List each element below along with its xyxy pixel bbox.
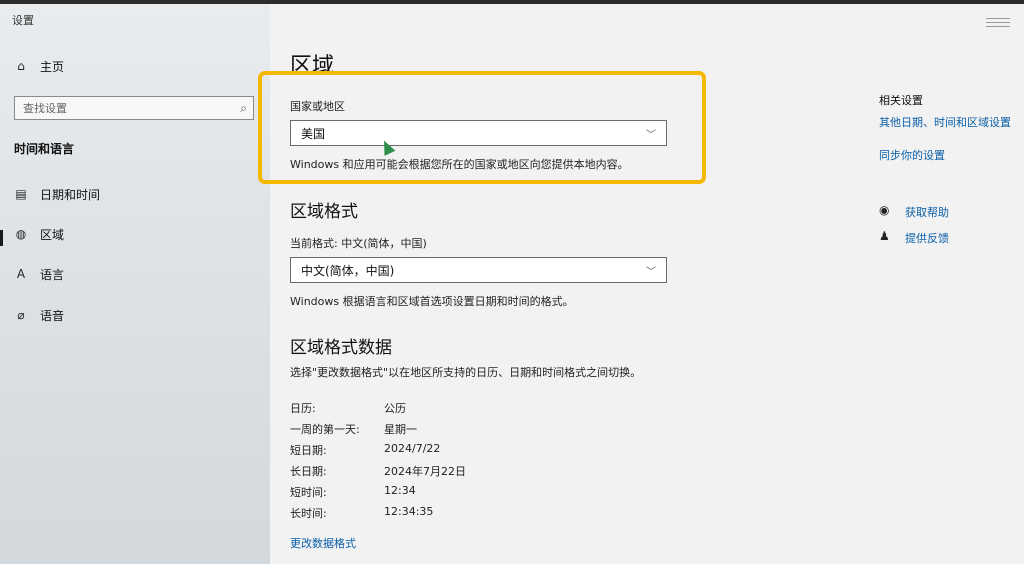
format-value-long-time: 12:34:35	[384, 505, 434, 518]
format-value-calendar: 公历	[384, 402, 406, 415]
globe-region-icon: ◍	[15, 227, 27, 241]
home-icon: ⌂	[17, 59, 25, 73]
format-key-long-date: 长日期:	[290, 465, 327, 478]
sidebar-item-date-time[interactable]: ▤ 日期和时间	[14, 183, 100, 205]
country-select[interactable]: 美国 ﹀	[290, 120, 667, 146]
sidebar: 设置 ⌂ 主页 ⌕ 时间和语言 ▤ 日期和时间 ◍ 区域 A 语言 ⌀ 语音	[0, 4, 270, 564]
region-format-description: Windows 根据语言和区域首选项设置日期和时间的格式。	[290, 295, 574, 308]
related-link-sync-settings[interactable]: 同步你的设置	[879, 147, 945, 163]
format-key-short-date: 短日期:	[290, 444, 327, 457]
region-format-heading: 区域格式	[290, 202, 358, 222]
format-value-short-time: 12:34	[384, 484, 416, 497]
country-description: Windows 和应用可能会根据您所在的国家或地区向您提供本地内容。	[290, 158, 629, 171]
sidebar-item-language[interactable]: A 语言	[14, 263, 64, 285]
search-input[interactable]	[15, 100, 225, 116]
format-value-first-day: 星期一	[384, 423, 417, 436]
sidebar-item-label: 语言	[40, 267, 65, 282]
sidebar-item-label: 日期和时间	[40, 187, 101, 202]
sidebar-item-speech[interactable]: ⌀ 语音	[14, 304, 64, 326]
format-value-short-date: 2024/7/22	[384, 442, 441, 455]
give-feedback-link[interactable]: 提供反馈	[905, 230, 949, 246]
sidebar-item-region[interactable]: ◍ 区域	[14, 223, 64, 245]
calendar-clock-icon: ▤	[15, 187, 27, 201]
related-link-other-settings[interactable]: 其他日期、时间和区域设置	[879, 114, 1011, 130]
region-format-select-value: 中文(简体，中国)	[301, 263, 395, 278]
get-help-link[interactable]: 获取帮助	[905, 204, 949, 220]
format-key-first-day: 一周的第一天:	[290, 423, 360, 436]
feedback-icon: ♟	[879, 229, 890, 243]
sidebar-item-home[interactable]: ⌂ 主页	[14, 55, 64, 77]
format-value-long-date: 2024年7月22日	[384, 465, 466, 478]
current-format-label: 当前格式: 中文(简体，中国)	[290, 237, 427, 250]
window-controls-icon[interactable]	[986, 18, 1010, 30]
search-icon[interactable]: ⌕	[240, 101, 247, 116]
sidebar-item-label: 区域	[40, 227, 65, 242]
format-data-description: 选择"更改数据格式"以在地区所支持的日历、日期和时间格式之间切换。	[290, 366, 642, 379]
language-icon: A	[16, 267, 26, 281]
search-box[interactable]: ⌕	[14, 96, 254, 120]
change-data-format-link[interactable]: 更改数据格式	[290, 535, 356, 551]
chevron-down-icon: ﹀	[646, 130, 656, 141]
selected-indicator	[0, 230, 3, 246]
help-chat-icon: ◉	[879, 203, 890, 217]
chevron-down-icon: ﹀	[646, 267, 656, 278]
format-key-calendar: 日历:	[290, 402, 316, 415]
country-select-value: 美国	[301, 126, 326, 141]
sidebar-item-label: 语音	[40, 308, 65, 323]
region-format-select[interactable]: 中文(简体，中国) ﹀	[290, 257, 667, 283]
format-data-heading: 区域格式数据	[290, 338, 392, 358]
window-title: 设置	[12, 14, 34, 27]
related-settings-heading: 相关设置	[879, 94, 923, 107]
main-content: 区域 国家或地区 美国 ﹀ Windows 和应用可能会根据您所在的国家或地区向…	[258, 4, 1024, 564]
country-label: 国家或地区	[290, 100, 345, 113]
sidebar-item-label: 主页	[40, 59, 65, 74]
microphone-icon: ⌀	[17, 308, 25, 322]
format-key-short-time: 短时间:	[290, 486, 327, 499]
format-key-long-time: 长时间:	[290, 507, 327, 520]
section-title: 时间和语言	[14, 142, 75, 156]
